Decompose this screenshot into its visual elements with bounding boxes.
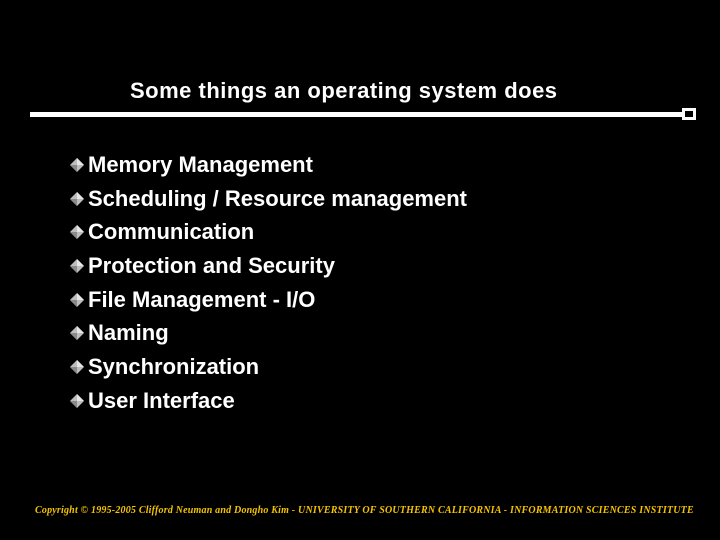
rule-endcap-hollow: [684, 110, 694, 118]
list-item: Synchronization: [70, 352, 467, 382]
list-item: Scheduling / Resource management: [70, 184, 467, 214]
list-item-text: File Management - I/O: [88, 285, 315, 315]
list-item-text: Synchronization: [88, 352, 259, 382]
list-item: Memory Management: [70, 150, 467, 180]
diamond-bullet-icon: [70, 158, 84, 172]
list-item: Naming: [70, 318, 467, 348]
bullet-list: Memory Management Scheduling / Resource …: [70, 150, 467, 420]
title-container: Some things an operating system does: [0, 78, 720, 104]
title-underline: [30, 112, 690, 117]
list-item-text: Naming: [88, 318, 169, 348]
slide-title: Some things an operating system does: [130, 78, 720, 104]
diamond-bullet-icon: [70, 293, 84, 307]
list-item: Protection and Security: [70, 251, 467, 281]
diamond-bullet-icon: [70, 192, 84, 206]
list-item: Communication: [70, 217, 467, 247]
diamond-bullet-icon: [70, 259, 84, 273]
diamond-bullet-icon: [70, 326, 84, 340]
diamond-bullet-icon: [70, 225, 84, 239]
rule-bar: [30, 112, 690, 117]
slide: Some things an operating system does Mem…: [0, 0, 720, 540]
list-item-text: Communication: [88, 217, 254, 247]
list-item-text: Memory Management: [88, 150, 313, 180]
list-item-text: User Interface: [88, 386, 235, 416]
list-item: User Interface: [70, 386, 467, 416]
list-item-text: Scheduling / Resource management: [88, 184, 467, 214]
copyright-footer: Copyright © 1995-2005 Clifford Neuman an…: [35, 505, 694, 516]
list-item-text: Protection and Security: [88, 251, 335, 281]
list-item: File Management - I/O: [70, 285, 467, 315]
diamond-bullet-icon: [70, 360, 84, 374]
diamond-bullet-icon: [70, 394, 84, 408]
